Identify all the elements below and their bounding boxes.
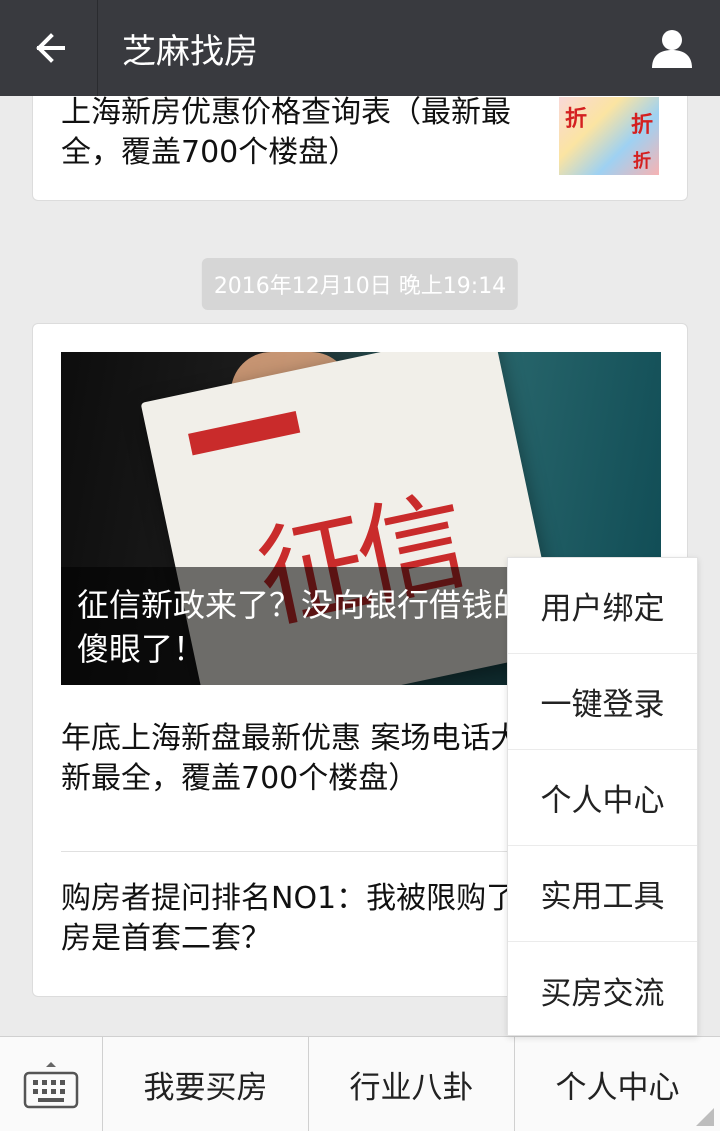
article-thumbnail: 折 折 折 (559, 97, 659, 175)
bottom-menu-bar: 我要买房 行业八卦 个人中心 (0, 1036, 720, 1131)
back-arrow-icon (35, 33, 65, 63)
user-icon (652, 30, 692, 68)
back-button[interactable] (0, 0, 98, 96)
menu-item-user-binding[interactable]: 用户绑定 (508, 558, 697, 654)
top-bar: 芝麻找房 (0, 0, 720, 96)
profile-button[interactable] (624, 0, 720, 96)
menu-item-tools[interactable]: 实用工具 (508, 846, 697, 942)
tab-buy-house[interactable]: 我要买房 (103, 1037, 309, 1131)
thumb-glyph: 折 (565, 107, 588, 132)
keyboard-toggle-button[interactable] (0, 1037, 103, 1131)
page-title: 芝麻找房 (122, 31, 258, 72)
article-title: 上海新房优惠价格查询表（最新最全，覆盖700个楼盘） (61, 96, 511, 170)
tab-industry-gossip[interactable]: 行业八卦 (309, 1037, 515, 1131)
menu-item-personal-center[interactable]: 个人中心 (508, 750, 697, 846)
tab-personal-center-label: 个人中心 (555, 1070, 680, 1106)
article-card[interactable]: 上海新房优惠价格查询表（最新最全，覆盖700个楼盘） 折 折 折 (32, 96, 688, 201)
message-timestamp: 2016年12月10日 晚上19:14 (201, 258, 519, 310)
paper-stamp (188, 410, 301, 456)
keyboard-icon (23, 1061, 79, 1108)
thumb-glyph: 折 (633, 151, 651, 172)
tab-personal-center[interactable]: 个人中心 (515, 1037, 720, 1131)
submenu-personal-center: 用户绑定 一键登录 个人中心 实用工具 买房交流 (507, 557, 698, 1036)
menu-item-one-click-login[interactable]: 一键登录 (508, 654, 697, 750)
submenu-indicator-icon (696, 1108, 714, 1126)
menu-item-exchange[interactable]: 买房交流 (508, 942, 697, 1038)
hero-caption: 征信新政来了？没向银行借钱的都傻眼了！ (77, 586, 558, 668)
thumb-glyph: 折 (630, 113, 653, 138)
